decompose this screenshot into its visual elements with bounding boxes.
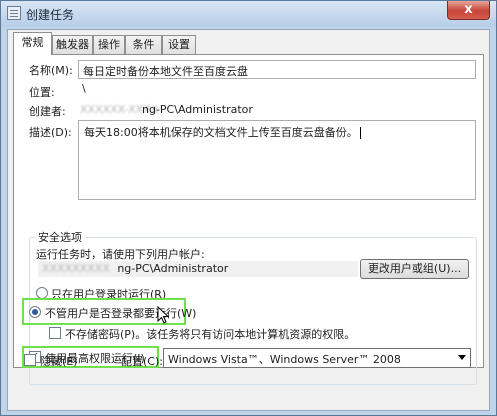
tab-settings[interactable]: 设置 [162,35,196,54]
author-label: 创建者: [29,105,66,118]
radio-run-whether-logged-on[interactable] [29,306,41,318]
security-options-title: 安全选项 [35,229,85,245]
user-account-field: XXXXXXXXX ng-PC\Administrator [38,261,358,277]
text-caret [359,127,361,139]
run-as-prompt: 运行任务时，请使用下列用户帐户: [36,248,205,261]
tab-triggers[interactable]: 触发器 [52,35,93,54]
dropdown-arrow-icon [458,355,466,360]
location-value: \ [82,82,86,95]
no-store-password-label[interactable]: 不存储密码(P)。该任务将只有访问本地计算机资源的权限。 [65,326,355,342]
window-title: 创建任务 [26,8,75,22]
title-bar: 创建任务 x [1,1,496,27]
name-label: 名称(M): [29,64,73,77]
no-store-password-checkbox[interactable] [49,327,61,339]
tab-general[interactable]: 常规 [13,32,52,55]
hidden-checkbox[interactable] [24,354,36,366]
tab-actions[interactable]: 操作 [93,35,125,54]
mouse-cursor-icon [157,306,169,324]
change-user-button[interactable]: 更改用户或组(U)... [360,259,469,279]
create-task-window: 创建任务 x 常规 触发器 操作 条件 设置 名称(M): 每日定时备份本地文件… [0,0,497,416]
general-tab-panel: 名称(M): 每日定时备份本地文件至百度云盘 位置: \ 创建者: XXXXXX… [13,54,484,385]
author-value: ng-PC\Administrator [142,103,253,116]
location-label: 位置: [29,86,55,99]
task-icon [7,6,21,20]
user-redacted: XXXXXXXXX [42,262,110,275]
dialog-client-area: 常规 触发器 操作 条件 设置 名称(M): 每日定时备份本地文件至百度云盘 位… [7,29,490,411]
description-text: 每天18:00将本机保存的文档文件上传至百度云盘备份。 [84,126,358,139]
tab-conditions[interactable]: 条件 [125,35,162,54]
configure-label: 配置(C): [121,355,163,368]
configure-selected-value: Windows Vista™、Windows Server™ 2008 [168,353,401,366]
hidden-label[interactable]: 隐藏(E) [40,353,78,369]
name-field[interactable]: 每日定时备份本地文件至百度云盘 [78,60,476,79]
configure-for-select[interactable]: Windows Vista™、Windows Server™ 2008 [163,348,471,368]
user-account-value: ng-PC\Administrator [117,262,229,275]
description-label: 描述(D): [29,126,72,139]
close-button[interactable]: x [447,1,490,20]
radio-run-whether-logged-on-label[interactable]: 不管用户是否登录都要运行(W) [45,305,196,321]
description-field[interactable]: 每天18:00将本机保存的文档文件上传至百度云盘备份。 [78,120,476,200]
